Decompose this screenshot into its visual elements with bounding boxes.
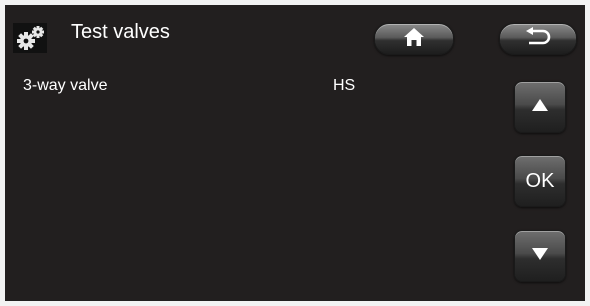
- ok-button[interactable]: OK: [514, 155, 566, 207]
- up-button[interactable]: [514, 81, 566, 133]
- page-title: Test valves: [71, 21, 170, 43]
- down-button[interactable]: [514, 230, 566, 282]
- home-button[interactable]: [374, 23, 454, 55]
- screen: Test valves 3-way valve HS OK: [5, 5, 585, 301]
- row-value: HS: [333, 77, 356, 94]
- gears-icon: [13, 23, 47, 53]
- row-label: 3-way valve: [23, 77, 108, 94]
- list-item[interactable]: 3-way valve HS: [23, 77, 503, 99]
- back-arrow-icon: [523, 26, 553, 52]
- triangle-down-icon: [531, 247, 549, 266]
- home-icon: [403, 27, 425, 52]
- back-button[interactable]: [499, 23, 577, 55]
- header: Test valves: [5, 5, 585, 67]
- ok-label: OK: [525, 169, 555, 192]
- triangle-up-icon: [531, 98, 549, 117]
